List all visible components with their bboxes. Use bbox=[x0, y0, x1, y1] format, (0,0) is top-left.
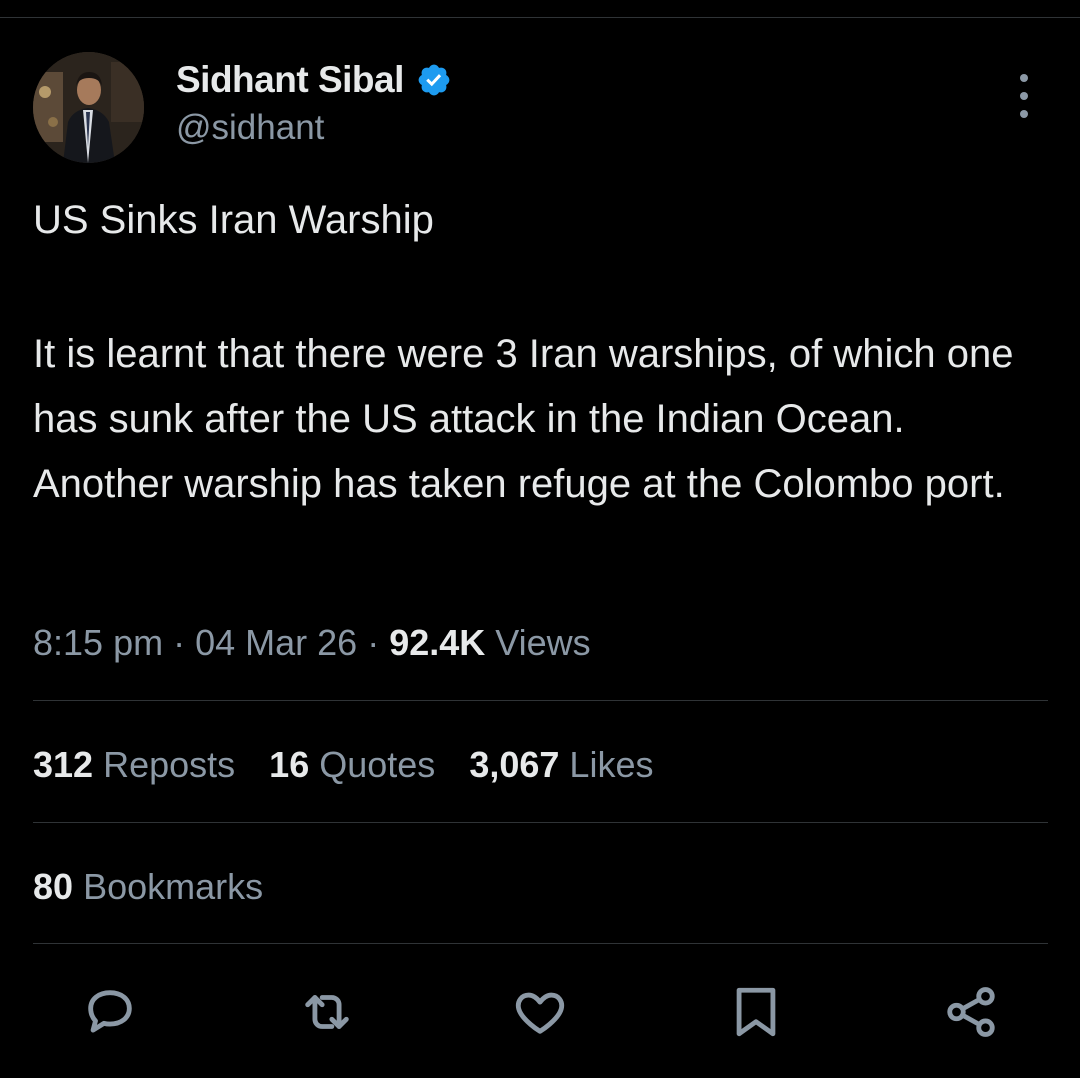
bookmarks-count: 80 bbox=[33, 866, 74, 907]
bookmarks-stat[interactable]: 80 Bookmarks bbox=[33, 862, 263, 912]
views-count: 92.4K bbox=[389, 622, 486, 663]
reposts-stat[interactable]: 312 Reposts bbox=[33, 740, 235, 790]
repost-button[interactable] bbox=[295, 980, 359, 1044]
tweet-body: It is learnt that there were 3 Iran wars… bbox=[33, 332, 1014, 506]
divider bbox=[33, 943, 1048, 944]
divider bbox=[33, 700, 1048, 701]
reposts-label: Reposts bbox=[103, 744, 236, 785]
engagement-stats: 312 Reposts 16 Quotes 3,067 Likes bbox=[33, 740, 687, 790]
like-button[interactable] bbox=[508, 980, 572, 1044]
bookmark-icon bbox=[736, 987, 776, 1037]
quotes-label: Quotes bbox=[319, 744, 436, 785]
meta-separator: · bbox=[173, 622, 196, 663]
share-icon bbox=[947, 987, 995, 1037]
divider bbox=[33, 822, 1048, 823]
views-label: Views bbox=[495, 622, 591, 663]
bookmarks-label: Bookmarks bbox=[83, 866, 264, 907]
author-handle[interactable]: @sidhant bbox=[176, 108, 324, 148]
tweet-date[interactable]: 04 Mar 26 bbox=[195, 622, 357, 663]
more-dot bbox=[1020, 92, 1028, 100]
reply-button[interactable] bbox=[78, 980, 142, 1044]
verified-badge-icon[interactable] bbox=[416, 62, 452, 98]
quotes-stat[interactable]: 16 Quotes bbox=[269, 740, 435, 790]
avatar-photo bbox=[33, 52, 144, 163]
tweet-title: US Sinks Iran Warship bbox=[33, 198, 434, 242]
heart-icon bbox=[515, 992, 565, 1034]
more-options-icon[interactable] bbox=[1004, 74, 1044, 118]
likes-label: Likes bbox=[569, 744, 654, 785]
share-button[interactable] bbox=[939, 980, 1003, 1044]
avatar[interactable] bbox=[33, 52, 144, 163]
quotes-count: 16 bbox=[269, 744, 310, 785]
more-dot bbox=[1020, 110, 1028, 118]
author-name-row: Sidhant Sibal bbox=[176, 56, 452, 104]
tweet-meta: 8:15 pm · 04 Mar 26 · 92.4K Views bbox=[33, 618, 591, 668]
author-name[interactable]: Sidhant Sibal bbox=[176, 59, 404, 101]
tweet-time[interactable]: 8:15 pm bbox=[33, 622, 163, 663]
likes-count: 3,067 bbox=[469, 744, 560, 785]
reposts-count: 312 bbox=[33, 744, 94, 785]
more-dot bbox=[1020, 74, 1028, 82]
reply-icon bbox=[88, 990, 132, 1033]
repost-icon bbox=[305, 995, 349, 1029]
top-divider bbox=[0, 0, 1080, 18]
bookmark-button[interactable] bbox=[724, 980, 788, 1044]
meta-separator: · bbox=[367, 622, 390, 663]
likes-stat[interactable]: 3,067 Likes bbox=[469, 740, 653, 790]
